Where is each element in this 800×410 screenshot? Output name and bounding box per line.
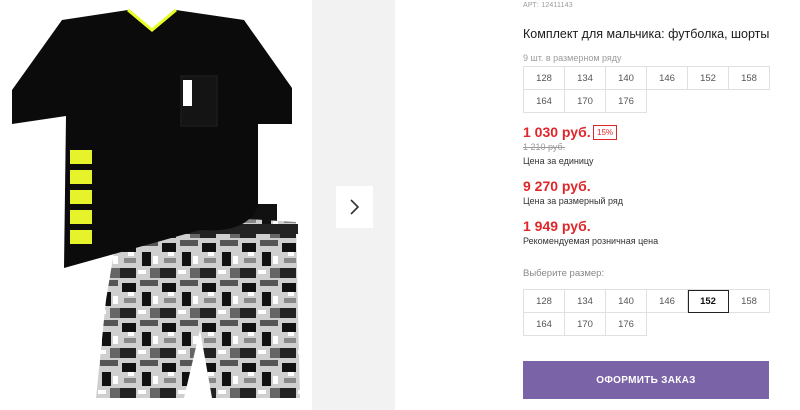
series-size: 146 xyxy=(647,67,688,90)
series-size: 158 xyxy=(729,67,770,90)
chevron-right-icon xyxy=(349,199,359,215)
rrp-price: 1 949 руб. xyxy=(523,218,591,234)
size-option-selected[interactable]: 152 xyxy=(688,290,729,313)
size-option[interactable]: 170 xyxy=(565,313,606,336)
series-price-label: Цена за размерный ряд xyxy=(523,196,624,206)
next-image-button[interactable] xyxy=(336,186,373,228)
old-price: 1 210 руб. xyxy=(523,142,566,152)
size-option[interactable]: 164 xyxy=(524,313,565,336)
unit-price: 1 030 руб. xyxy=(523,124,591,140)
product-title: Комплект для мальчика: футболка, шорты xyxy=(523,27,770,41)
series-size: 170 xyxy=(565,90,606,113)
series-size-grid: 128 134 140 146 152 158 164 170 176 xyxy=(523,66,770,113)
series-size: 152 xyxy=(688,67,729,90)
size-option[interactable]: 128 xyxy=(524,290,565,313)
size-option[interactable]: 146 xyxy=(647,290,688,313)
order-button[interactable]: ОФОРМИТЬ ЗАКАЗ xyxy=(523,361,769,399)
series-size: 164 xyxy=(524,90,565,113)
size-option[interactable]: 140 xyxy=(606,290,647,313)
product-image[interactable] xyxy=(0,0,310,410)
size-selector: 128 134 140 146 152 158 164 170 176 xyxy=(523,289,770,336)
discount-badge: 15% xyxy=(593,125,618,140)
series-price: 9 270 руб. xyxy=(523,178,591,194)
product-illustration xyxy=(12,8,300,398)
rrp-price-label: Рекомендуемая розничная цена xyxy=(523,236,659,246)
series-size: 176 xyxy=(606,90,647,113)
choose-size-label: Выберите размер: xyxy=(523,268,605,279)
size-option[interactable]: 176 xyxy=(606,313,647,336)
size-option[interactable]: 158 xyxy=(729,290,770,313)
size-option[interactable]: 134 xyxy=(565,290,606,313)
article-number: АРТ: 12411143 xyxy=(523,2,573,9)
series-count: 9 шт. в размерном ряду xyxy=(523,53,622,63)
series-size: 134 xyxy=(565,67,606,90)
series-size: 140 xyxy=(606,67,647,90)
product-info: АРТ: 12411143 Комплект для мальчика: фут… xyxy=(523,0,800,410)
unit-price-label: Цена за единицу xyxy=(523,156,594,166)
series-size: 128 xyxy=(524,67,565,90)
